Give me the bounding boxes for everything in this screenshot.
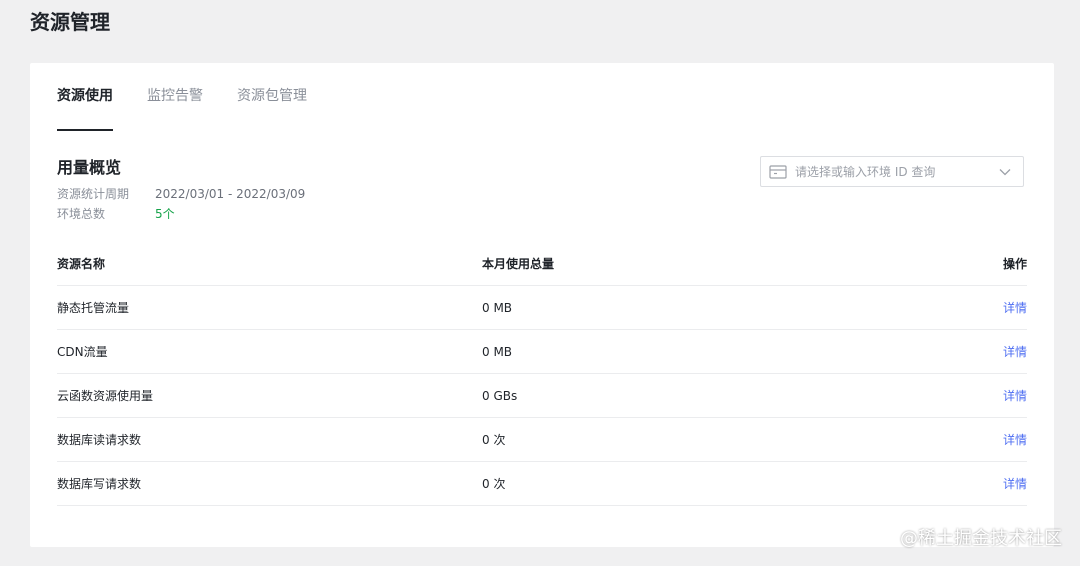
col-header-usage: 本月使用总量 <box>482 256 555 271</box>
resource-usage: 0 次 <box>482 477 506 491</box>
resource-table: 资源名称 本月使用总量 操作 静态托管流量 0 MB 详情 CDN流量 0 MB… <box>57 241 1027 506</box>
env-count-value: 5个 <box>155 207 175 221</box>
resource-usage: 0 MB <box>482 300 513 315</box>
env-select-placeholder: 请选择或输入环境 ID 查询 <box>795 165 936 179</box>
stat-period-label: 资源统计周期 <box>57 187 130 201</box>
col-header-action: 操作 <box>1002 256 1027 271</box>
table-row: 云函数资源使用量 0 GBs 详情 <box>57 374 1027 418</box>
table-header: 资源名称 本月使用总量 操作 <box>57 241 1027 286</box>
resource-usage: 0 MB <box>482 344 513 359</box>
table-row: 数据库写请求数 0 次 详情 <box>57 462 1027 506</box>
resource-usage: 0 GBs <box>482 388 518 403</box>
watermark: @稀土掘金技术社区 <box>900 528 1062 549</box>
env-count-row: 环境总数 5个 <box>57 205 175 223</box>
tab-resource-usage[interactable]: 资源使用 <box>57 85 113 131</box>
env-count-label: 环境总数 <box>57 207 106 221</box>
stat-period-value: 2022/03/01 - 2022/03/09 <box>155 187 306 201</box>
chevron-down-icon <box>999 168 1011 175</box>
tab-resource-packages[interactable]: 资源包管理 <box>237 85 307 131</box>
calendar-icon <box>769 164 787 179</box>
col-header-name: 资源名称 <box>57 256 106 271</box>
page-title: 资源管理 <box>30 10 110 34</box>
resource-usage: 0 次 <box>482 433 506 447</box>
details-link[interactable]: 详情 <box>1003 389 1027 403</box>
resource-name: 静态托管流量 <box>57 301 130 315</box>
resource-name: 数据库读请求数 <box>57 433 142 447</box>
table-row: 数据库读请求数 0 次 详情 <box>57 418 1027 462</box>
details-link[interactable]: 详情 <box>1003 433 1027 447</box>
stat-period-row: 资源统计周期 2022/03/01 - 2022/03/09 <box>57 185 305 203</box>
table-row: CDN流量 0 MB 详情 <box>57 330 1027 374</box>
resource-name: CDN流量 <box>57 345 108 359</box>
overview-title: 用量概览 <box>57 158 122 177</box>
details-link[interactable]: 详情 <box>1003 301 1027 315</box>
table-row: 静态托管流量 0 MB 详情 <box>57 286 1027 330</box>
tab-monitor-alerts[interactable]: 监控告警 <box>147 85 203 131</box>
resource-name: 云函数资源使用量 <box>57 389 154 403</box>
env-id-select[interactable]: 请选择或输入环境 ID 查询 <box>760 156 1024 187</box>
tab-bar: 资源使用 监控告警 资源包管理 <box>57 85 341 131</box>
resource-card: 资源使用 监控告警 资源包管理 用量概览 资源统计周期 2022/03/01 - … <box>30 63 1054 547</box>
details-link[interactable]: 详情 <box>1003 345 1027 359</box>
resource-name: 数据库写请求数 <box>57 477 142 491</box>
details-link[interactable]: 详情 <box>1003 477 1027 491</box>
